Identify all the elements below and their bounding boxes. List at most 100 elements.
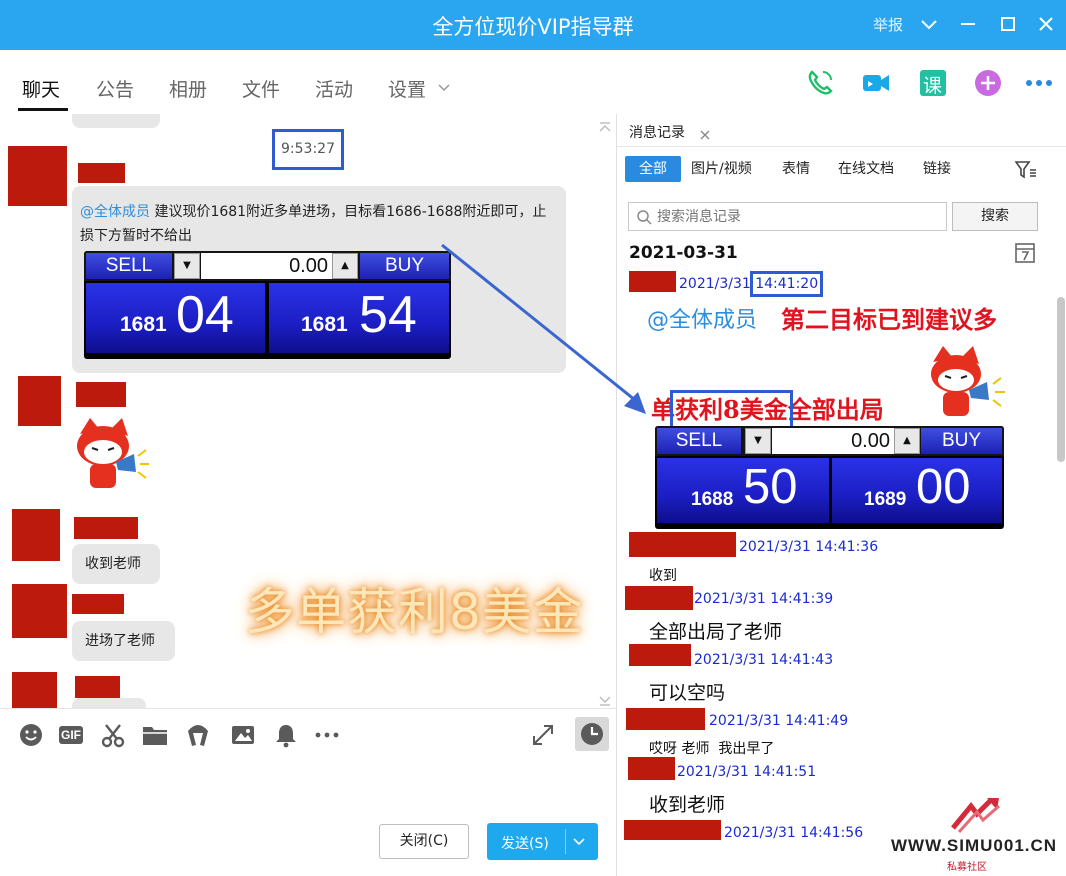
avatar-redacted bbox=[8, 146, 67, 206]
site-watermark: WWW.SIMU001.CN 私募社区 bbox=[889, 796, 1066, 876]
add-app-icon[interactable] bbox=[973, 68, 1003, 98]
watermark-logo-icon bbox=[951, 798, 1000, 834]
sender-name-redacted bbox=[72, 594, 124, 614]
video-call-icon[interactable] bbox=[861, 68, 891, 98]
result-text-highlighted: 获利8美金 bbox=[670, 390, 793, 429]
title-bar: 全方位现价VIP指导群 举报 bbox=[0, 0, 1066, 50]
tab-activity[interactable]: 活动 bbox=[315, 75, 353, 102]
history-date-header: 2021-03-31 bbox=[629, 243, 738, 263]
screenshot-scissors-icon[interactable] bbox=[99, 721, 127, 749]
history-search-input[interactable] bbox=[657, 207, 937, 227]
result-text-part: 单 bbox=[651, 395, 675, 424]
filter-all[interactable]: 全部 bbox=[625, 156, 681, 182]
filter-online-docs[interactable]: 在线文档 bbox=[838, 156, 894, 182]
sender-name-redacted bbox=[628, 757, 675, 780]
spread-up-icon: ▲ bbox=[332, 253, 358, 279]
scroll-down-icon[interactable] bbox=[598, 692, 612, 706]
history-search-field[interactable] bbox=[628, 202, 947, 231]
report-link[interactable]: 举报 bbox=[873, 14, 903, 35]
message-text: 收到老师 bbox=[649, 794, 726, 816]
chevron-down-icon[interactable] bbox=[917, 12, 941, 36]
tab-chat[interactable]: 聊天 bbox=[22, 75, 60, 102]
send-button-divider bbox=[565, 829, 566, 854]
buy-label: BUY bbox=[921, 428, 1002, 454]
message-timestamp: 2021/3/31 14:41:43 bbox=[694, 652, 834, 668]
price-ticker-screenshot: SELL ▼ 0.00 ▲ BUY 1681 04 1681 54 bbox=[84, 251, 451, 359]
minimize-icon[interactable] bbox=[956, 12, 980, 36]
image-icon[interactable] bbox=[229, 721, 257, 749]
mention-all[interactable]: @全体成员 bbox=[647, 302, 757, 334]
tab-album[interactable]: 相册 bbox=[169, 75, 207, 102]
course-icon[interactable]: 课 bbox=[918, 68, 948, 98]
message-timestamp: 2021/3/31 14:41:56 bbox=[724, 825, 864, 841]
tab-settings[interactable]: 设置 bbox=[388, 75, 426, 102]
message-body: 建议现价1681附近多单进场，目标看1686-1688附近即可，止损下方暂时不给… bbox=[80, 204, 547, 244]
music-icon[interactable] bbox=[184, 721, 212, 749]
sell-price-digits: 50 bbox=[743, 460, 798, 514]
tab-announcement[interactable]: 公告 bbox=[96, 75, 134, 102]
close-icon[interactable] bbox=[1034, 12, 1058, 36]
price-ticker-screenshot: SELL ▼ 0.00 ▲ BUY 1688 50 1689 00 bbox=[655, 426, 1004, 529]
history-clock-icon[interactable] bbox=[575, 717, 609, 751]
bell-icon[interactable] bbox=[272, 721, 300, 749]
message-timestamp: 2021/3/31 14:41:20 bbox=[679, 271, 824, 297]
message-text: 哎呀 老师 我出早了 bbox=[649, 741, 775, 757]
close-button[interactable]: 关闭(C) bbox=[379, 824, 469, 859]
message-text: 可以空吗 bbox=[649, 682, 726, 704]
message-timestamp: 2021/3/31 14:41:49 bbox=[709, 713, 849, 729]
history-scrollbar[interactable] bbox=[1057, 297, 1065, 462]
sender-name-redacted bbox=[78, 163, 125, 183]
filter-media[interactable]: 图片/视频 bbox=[691, 156, 752, 182]
message-composer: GIF 关闭(C) 发送(S) bbox=[0, 708, 616, 876]
message-history-panel: 消息记录 全部 图片/视频 表情 在线文档 链接 搜索 2021-03-31 2… bbox=[616, 114, 1066, 876]
avatar-redacted bbox=[18, 376, 61, 426]
maximize-icon[interactable] bbox=[996, 12, 1020, 36]
spread-up-icon: ▲ bbox=[894, 428, 920, 454]
spread-down-icon: ▼ bbox=[745, 428, 771, 454]
buy-price-panel: 1689 00 bbox=[832, 458, 1002, 523]
send-button-label: 发送(S) bbox=[501, 836, 549, 852]
fox-sticker-image[interactable] bbox=[70, 412, 152, 494]
phone-call-icon[interactable] bbox=[805, 68, 835, 98]
gif-icon[interactable]: GIF bbox=[57, 721, 85, 749]
emoji-icon[interactable] bbox=[17, 721, 45, 749]
message-text: 全部出局了老师 bbox=[649, 621, 783, 643]
calendar-icon[interactable] bbox=[1014, 240, 1036, 264]
headline-text: 第二目标已到建议多 bbox=[781, 305, 997, 334]
history-tab-header: 消息记录 bbox=[617, 114, 1066, 147]
tab-files[interactable]: 文件 bbox=[242, 75, 280, 102]
sell-price-panel: 1688 50 bbox=[657, 458, 829, 523]
chevron-down-icon[interactable] bbox=[572, 835, 586, 849]
folder-icon[interactable] bbox=[141, 721, 169, 749]
more-icon[interactable] bbox=[313, 721, 341, 749]
timestamp-time-highlighted: 14:41:20 bbox=[750, 271, 824, 297]
watermark-text: WWW.SIMU001.CN bbox=[891, 836, 1058, 855]
timestamp-date: 2021/3/31 bbox=[679, 276, 756, 292]
close-icon[interactable] bbox=[699, 126, 711, 140]
gif-icon-label: GIF bbox=[61, 728, 81, 742]
qq-group-chat-window: 全方位现价VIP指导群 举报 聊天 公告 相册 文件 活动 设置 课 9:53:… bbox=[0, 0, 1066, 876]
sender-name-redacted bbox=[629, 532, 736, 557]
mention-all[interactable]: @全体成员 bbox=[80, 204, 150, 220]
teacher-message-bubble[interactable]: @全体成员 建议现价1681附近多单进场，目标看1686-1688附近即可，止损… bbox=[72, 186, 566, 373]
expand-icon[interactable] bbox=[529, 721, 557, 749]
buy-price-prefix: 1681 bbox=[301, 313, 348, 336]
active-tab-underline bbox=[18, 108, 68, 111]
chevron-down-icon[interactable] bbox=[437, 80, 451, 94]
reply-bubble[interactable]: 收到老师 bbox=[72, 544, 160, 584]
reply-bubble[interactable]: 进场了老师 bbox=[72, 621, 175, 661]
course-icon-label: 课 bbox=[923, 75, 943, 97]
send-button[interactable]: 发送(S) bbox=[487, 823, 598, 860]
scroll-up-icon[interactable] bbox=[598, 118, 612, 132]
more-icon[interactable] bbox=[1024, 68, 1054, 98]
partial-message-bubble bbox=[72, 698, 146, 708]
history-tab-title[interactable]: 消息记录 bbox=[629, 122, 685, 142]
sell-label: SELL bbox=[657, 428, 741, 454]
filter-stickers[interactable]: 表情 bbox=[782, 156, 810, 182]
message-text: 收到 bbox=[649, 568, 677, 584]
nav-bar: 聊天 公告 相册 文件 活动 设置 课 bbox=[0, 50, 1066, 114]
filter-funnel-icon[interactable] bbox=[1014, 160, 1037, 180]
search-button[interactable]: 搜索 bbox=[952, 202, 1038, 231]
filter-links[interactable]: 链接 bbox=[923, 156, 951, 182]
sell-price-digits: 04 bbox=[176, 286, 234, 344]
